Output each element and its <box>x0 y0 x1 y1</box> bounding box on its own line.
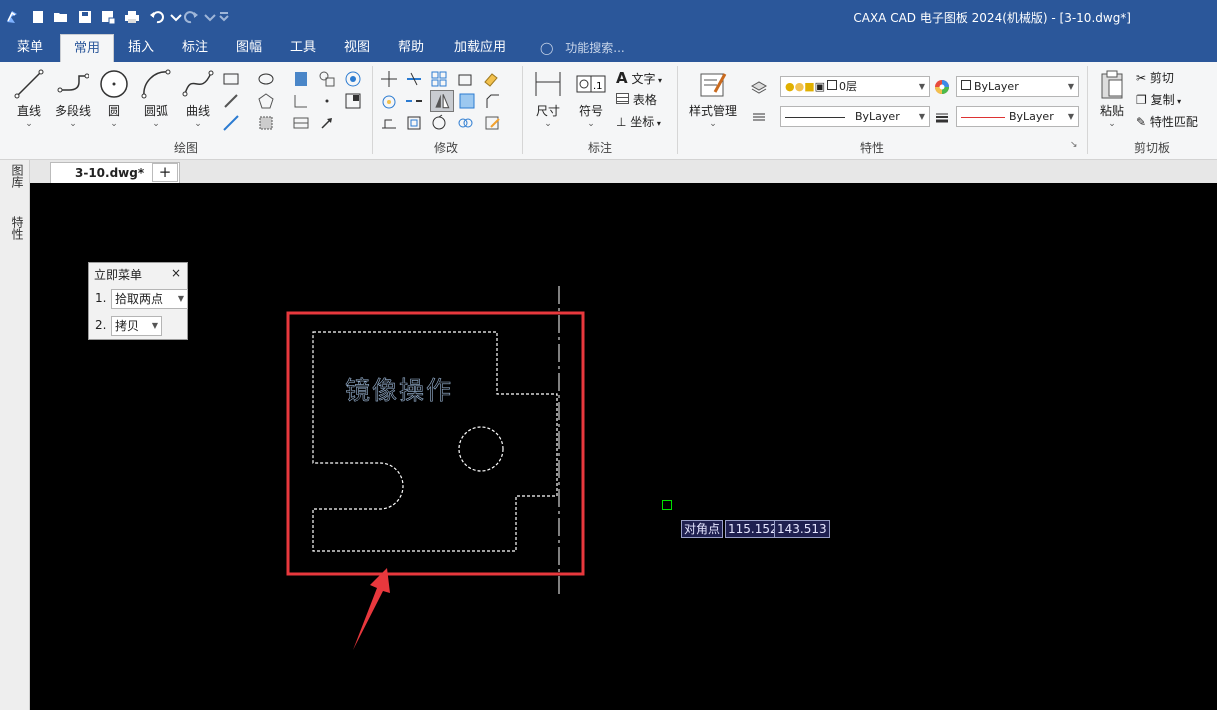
immediate-menu-title: 立即菜单 <box>94 268 143 282</box>
highlight-box <box>286 311 585 576</box>
copy-mode-select[interactable]: 拷贝 ▼ <box>111 316 162 336</box>
part-outline <box>312 331 558 552</box>
cursor-pickbox <box>662 500 672 510</box>
immediate-menu-item-2: 2. 拷贝 ▼ <box>95 316 162 336</box>
drawing-text[interactable]: 镜像操作 <box>345 371 453 407</box>
immediate-menu-panel: 立即菜单 × 1. 拾取两点 ▼ 2. 拷贝 ▼ <box>88 262 188 340</box>
drawing-overlay <box>286 286 585 650</box>
close-icon[interactable]: × <box>171 266 181 280</box>
item-index: 1. <box>95 291 107 305</box>
item-index: 2. <box>95 318 107 332</box>
chevron-down-icon: ▼ <box>151 321 158 330</box>
coordinate-label: 对角点 <box>681 520 724 538</box>
coordinate-x-input[interactable]: 115.152 <box>725 520 781 538</box>
pointer-arrow <box>353 568 390 650</box>
mirror-mode-select[interactable]: 拾取两点 ▼ <box>111 289 188 309</box>
hole-circle <box>458 426 504 472</box>
immediate-menu-item-1: 1. 拾取两点 ▼ <box>95 289 188 309</box>
coordinate-y-input[interactable]: 143.513 <box>774 520 830 538</box>
chevron-down-icon: ▼ <box>177 294 184 303</box>
